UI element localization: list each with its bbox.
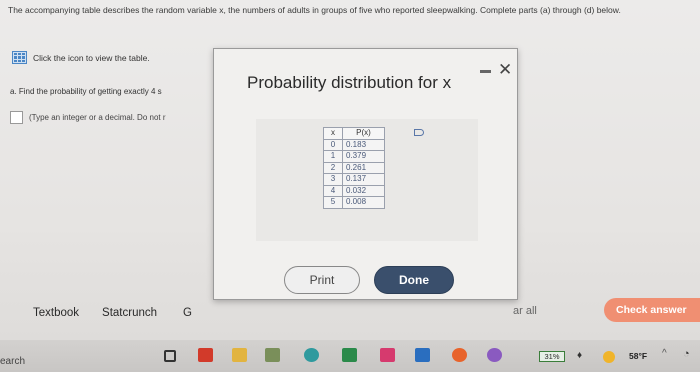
cell-x: 0 — [323, 138, 343, 151]
settings-icon[interactable] — [487, 348, 502, 362]
chevron-up-icon[interactable]: ^ — [662, 348, 667, 359]
done-button[interactable]: Done — [374, 266, 454, 294]
cell-px: 0.032 — [342, 184, 385, 197]
clear-all-link[interactable]: ar all — [513, 305, 537, 317]
cell-px: 0.183 — [342, 138, 385, 151]
copy-data-icon[interactable] — [414, 129, 424, 136]
search-box[interactable]: earch — [0, 356, 25, 367]
question-a-text: a. Find the probability of getting exact… — [10, 87, 162, 96]
cell-x: 3 — [323, 173, 343, 186]
view-table-link[interactable]: Click the icon to view the table. — [12, 51, 150, 64]
view-table-label: Click the icon to view the table. — [33, 52, 150, 63]
table-header-row: x P(x) — [323, 127, 385, 140]
answer-row: (Type an integer or a decimal. Do not r — [10, 111, 210, 124]
close-icon[interactable]: ✕ — [498, 60, 512, 80]
wifi-icon[interactable]: ◔ — [683, 348, 690, 360]
table-row: 1 0.379 — [323, 150, 385, 163]
temperature-label[interactable]: 58°F — [629, 351, 647, 361]
cell-px: 0.008 — [342, 196, 385, 209]
probability-modal: Probability distribution for x ✕ x P(x) … — [213, 48, 518, 300]
cell-x: 4 — [323, 184, 343, 197]
office-icon[interactable] — [198, 348, 213, 362]
battery-indicator[interactable]: 31% — [539, 351, 565, 362]
header-x: x — [323, 127, 343, 140]
cell-x: 2 — [323, 161, 343, 174]
teams-icon[interactable] — [415, 348, 430, 362]
file-explorer-icon[interactable] — [232, 348, 247, 362]
weather-sun-icon[interactable] — [603, 351, 615, 363]
table-row: 0 0.183 — [323, 138, 385, 151]
edge-icon[interactable] — [304, 348, 319, 362]
cell-x: 1 — [323, 150, 343, 163]
task-view-icon[interactable] — [164, 350, 176, 362]
truncated-link[interactable]: G — [183, 307, 192, 319]
check-answer-button[interactable]: Check answer — [604, 298, 700, 322]
cell-px: 0.137 — [342, 173, 385, 186]
table-icon[interactable] — [12, 51, 27, 64]
table-row: 4 0.032 — [323, 184, 385, 197]
answer-input[interactable] — [10, 111, 23, 124]
header-px: P(x) — [342, 127, 385, 140]
minimize-icon[interactable] — [480, 70, 491, 73]
problem-intro: The accompanying table describes the ran… — [8, 5, 621, 15]
statcrunch-link[interactable]: Statcrunch — [102, 307, 157, 319]
table-row: 5 0.008 — [323, 196, 385, 209]
cell-px: 0.379 — [342, 150, 385, 163]
drop-icon: ♦ — [577, 350, 583, 361]
l-app-icon[interactable] — [342, 348, 357, 362]
mail-icon[interactable] — [380, 348, 395, 362]
probability-table: x P(x) 0 0.183 1 0.379 2 0.261 3 0.137 4 — [323, 127, 385, 209]
modal-title: Probability distribution for x — [247, 73, 452, 92]
textbook-link[interactable]: Textbook — [33, 307, 79, 319]
cell-x: 5 — [323, 196, 343, 209]
table-row: 2 0.261 — [323, 161, 385, 174]
cell-px: 0.261 — [342, 161, 385, 174]
firefox-icon[interactable] — [452, 348, 467, 362]
bottom-links: Textbook Statcrunch G — [33, 307, 192, 319]
answer-hint: (Type an integer or a decimal. Do not r — [29, 113, 166, 122]
table-row: 3 0.137 — [323, 173, 385, 186]
print-button[interactable]: Print — [284, 266, 360, 294]
photos-icon[interactable] — [265, 348, 280, 362]
taskbar: earch 31% ♦ 58°F ^ ◔ — [0, 340, 700, 372]
